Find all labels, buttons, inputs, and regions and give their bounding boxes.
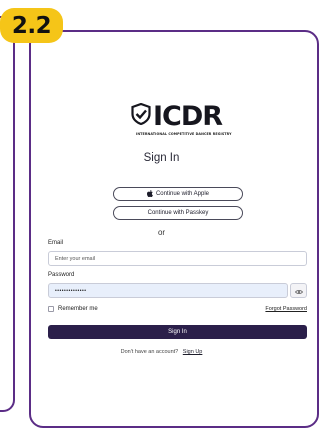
- or-divider: or: [157, 228, 166, 237]
- apple-icon: [146, 189, 153, 199]
- remember-me[interactable]: Remember me: [48, 306, 98, 312]
- signup-prompt-row: Don't have an account? Sign Up: [0, 349, 323, 355]
- remember-me-label: Remember me: [58, 306, 98, 312]
- show-password-button[interactable]: [290, 283, 307, 298]
- forgot-password-link[interactable]: Forgot Password: [265, 306, 307, 312]
- apple-button-label: Continue with Apple: [155, 191, 210, 197]
- logo-wordmark: ICDR: [153, 101, 223, 132]
- step-badge: 2.2: [0, 8, 63, 43]
- remember-me-checkbox[interactable]: [48, 306, 54, 312]
- brand-logo: ICDR: [131, 101, 223, 132]
- signup-prompt: Don't have an account?: [120, 349, 179, 355]
- password-field[interactable]: ••••••••••••••: [48, 283, 288, 298]
- password-label: Password: [48, 272, 75, 278]
- screenshot-stage: 2.2 ICDR INTERNATIONAL COMPETITIVE DANCE…: [0, 0, 323, 431]
- continue-with-passkey-button[interactable]: Continue with Passkey: [113, 206, 243, 220]
- email-label: Email: [48, 240, 64, 246]
- page-title: Sign In: [143, 152, 180, 164]
- shield-check-icon: [131, 102, 151, 130]
- continue-with-apple-button[interactable]: Continue with Apple: [113, 187, 243, 201]
- logo-tagline: INTERNATIONAL COMPETITIVE DANCER REGISTR…: [136, 132, 232, 136]
- eye-icon: [294, 282, 303, 300]
- email-field[interactable]: Enter your email: [48, 251, 307, 266]
- sign-in-button[interactable]: Sign In: [48, 325, 307, 339]
- passkey-button-label: Continue with Passkey: [147, 210, 209, 216]
- sign-up-link[interactable]: Sign Up: [183, 349, 203, 355]
